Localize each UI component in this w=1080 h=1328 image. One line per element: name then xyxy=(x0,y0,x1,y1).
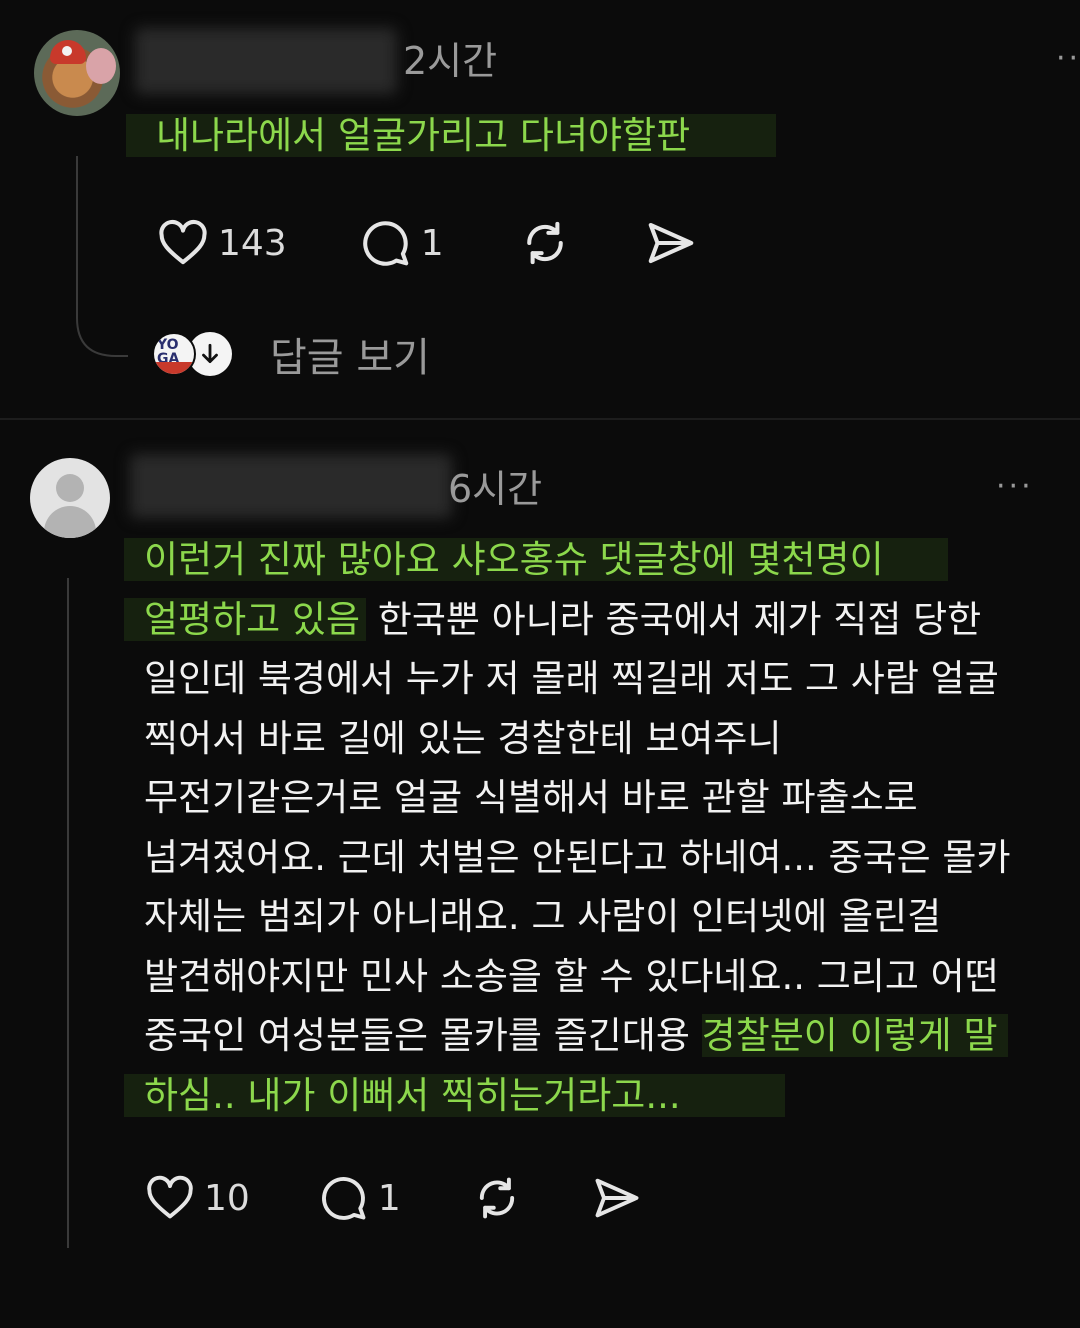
avatar-hat-shape xyxy=(50,40,86,64)
content-line-5: 무전기같은거로 얼굴 식별해서 바로 관할 파출소로 xyxy=(144,776,918,819)
post-time: 6시간 xyxy=(448,467,543,511)
repost-button[interactable] xyxy=(471,1172,523,1224)
default-avatar-head xyxy=(56,474,84,502)
more-icon[interactable]: ··· xyxy=(996,472,1034,502)
text-highlight: 얼평하고 있음 xyxy=(124,597,367,641)
content-line-8: 발견해야지만 민사 소송을 할 수 있다네요.. 그리고 어떤 xyxy=(144,954,999,998)
content-line-1: 이런거 진짜 많아요 샤오홍슈 댓글창에 몇천명이 xyxy=(124,530,1011,590)
share-button[interactable] xyxy=(644,216,698,270)
action-bar: 10 1 xyxy=(144,1172,643,1224)
action-bar: 143 1 xyxy=(156,216,698,270)
content-line-4: 찍어서 바로 길에 있는 경찰한테 보여주니 xyxy=(144,716,782,760)
content-line-7: 자체는 범죄가 아니래요. 그 사람이 인터넷에 올린걸 xyxy=(144,895,942,938)
comment-button[interactable]: 1 xyxy=(318,1172,401,1224)
post-time: 2시간 xyxy=(403,39,498,83)
comment-post-1: 2시간 ··· 내나라에서 얼굴가리고 다녀야할판 143 1 YO GA 답글… xyxy=(0,0,1080,418)
comment-icon xyxy=(321,1177,366,1220)
content-line-10: 하심.. 내가 이뻐서 찍히는거라고... xyxy=(124,1066,1011,1126)
content-line-6: 넘겨졌어요. 근데 처벌은 안된다고 하네여... 중국은 몰카 xyxy=(144,835,1011,879)
avatar-pig-shape xyxy=(86,48,116,84)
content-line-2: 얼평하고 있음 한국뿐 아니라 중국에서 제가 직접 당한 xyxy=(124,590,1011,650)
like-button[interactable]: 10 xyxy=(144,1172,250,1224)
like-count: 10 xyxy=(204,1177,250,1219)
avatar[interactable] xyxy=(34,30,120,116)
text-plain: 한국뿐 아니라 중국에서 제가 직접 당한 xyxy=(366,597,982,641)
repost-icon xyxy=(479,1177,514,1219)
avatar[interactable] xyxy=(30,458,110,538)
username-redacted[interactable] xyxy=(135,28,397,94)
like-button[interactable]: 143 xyxy=(156,216,287,270)
share-button[interactable] xyxy=(591,1172,643,1224)
username-redacted[interactable] xyxy=(130,454,452,518)
view-replies[interactable]: YO GA 답글 보기 xyxy=(152,326,430,382)
comment-count: 1 xyxy=(420,222,444,264)
share-icon xyxy=(648,222,693,264)
thread-curve xyxy=(76,300,128,357)
comment-icon xyxy=(362,221,408,266)
content-line-3: 일인데 북경에서 누가 저 몰래 찍길래 저도 그 사람 얼굴 xyxy=(144,657,999,700)
text-highlight: 하심.. 내가 이뻐서 찍히는거라고... xyxy=(124,1073,785,1117)
post-content: 내나라에서 얼굴가리고 다녀야할판 xyxy=(126,106,777,166)
share-icon xyxy=(595,1178,639,1218)
reply-avatar: YO GA xyxy=(152,332,196,376)
view-replies-label: 답글 보기 xyxy=(270,335,430,381)
comment-post-2: 6시간 ··· 이런거 진짜 많아요 샤오홍슈 댓글창에 몇천명이 얼평하고 있… xyxy=(0,420,1080,1328)
thread-line xyxy=(76,156,78,308)
content-line-9: 중국인 여성분들은 몰카를 즐긴대용 경찰분이 이렇게 말 xyxy=(144,1006,1011,1066)
text-plain: 중국인 여성분들은 몰카를 즐긴대용 xyxy=(144,1014,702,1057)
text-highlight: 이런거 진짜 많아요 샤오홍슈 댓글창에 몇천명이 xyxy=(124,538,948,581)
like-count: 143 xyxy=(218,222,287,264)
heart-icon xyxy=(159,219,207,265)
heart-icon xyxy=(147,1175,193,1219)
comment-button[interactable]: 1 xyxy=(359,216,444,270)
post-text-highlight: 내나라에서 얼굴가리고 다녀야할판 xyxy=(126,114,777,157)
text-highlight: 경찰분이 이렇게 말 xyxy=(701,1014,1008,1057)
repost-button[interactable] xyxy=(518,216,572,270)
post-content: 이런거 진짜 많아요 샤오홍슈 댓글창에 몇천명이 얼평하고 있음 한국뿐 아니… xyxy=(124,530,1011,1126)
comment-count: 1 xyxy=(377,1177,401,1219)
repost-icon xyxy=(526,221,563,265)
more-icon[interactable]: ··· xyxy=(1056,44,1080,74)
thread-line xyxy=(67,578,69,1248)
default-avatar-body xyxy=(44,506,96,538)
